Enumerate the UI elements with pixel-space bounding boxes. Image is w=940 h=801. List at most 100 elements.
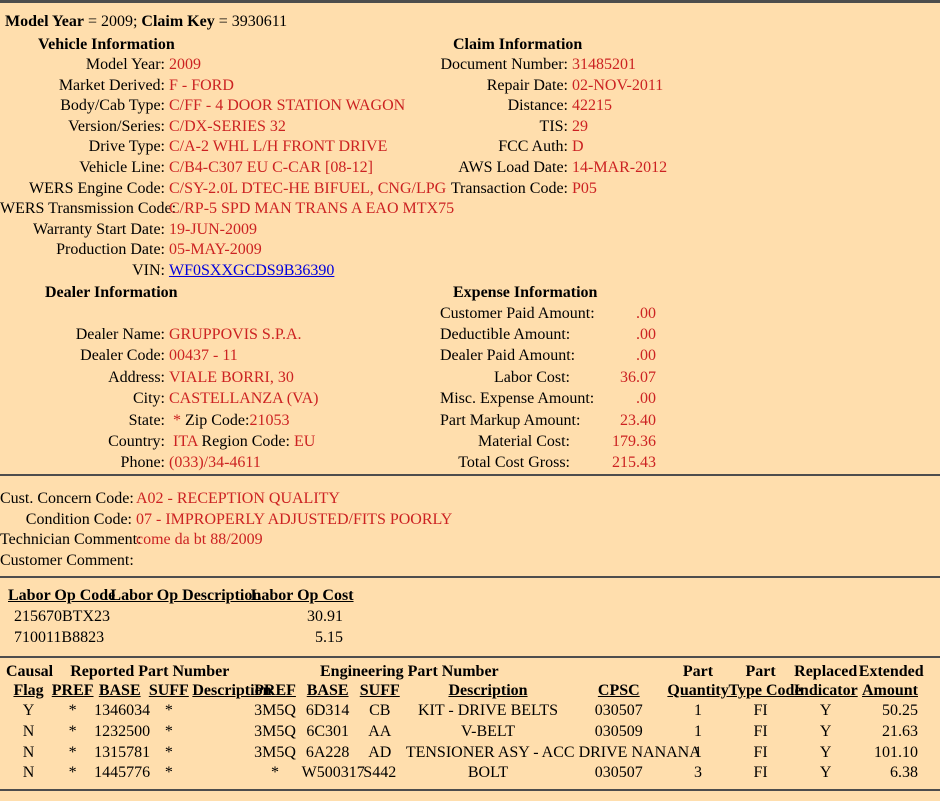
- table-row: 710011B8823 5.15: [8, 627, 348, 649]
- cpsc-cell: 030509: [570, 722, 667, 743]
- causal-group-header: Causal: [6, 662, 51, 681]
- field-label: Address:: [0, 367, 165, 388]
- reported-base-header: BASE: [94, 681, 145, 701]
- claim-information-panel: Claim Information Document Number:314852…: [440, 34, 940, 282]
- parts-group-header-row: Causal Reported Part Number Engineering …: [6, 662, 936, 681]
- expense-row: Deductible Amount:.00: [440, 324, 940, 345]
- field-value: 23.40: [570, 410, 656, 431]
- field-value: 42215: [572, 97, 612, 114]
- engineering-description-cell: BOLT: [406, 763, 570, 784]
- part-quantity-group-header: Part: [667, 662, 728, 681]
- field-value: 02-NOV-2011: [572, 77, 663, 94]
- info-row: Market Derived:F - FORD: [0, 76, 440, 97]
- amount-cell: 50.25: [859, 701, 936, 722]
- zip-value: 21053: [249, 412, 289, 429]
- field-label: Cust. Concern Code:: [0, 489, 132, 510]
- region-code-value: EU: [294, 433, 315, 450]
- expense-row: Customer Paid Amount:.00: [440, 303, 940, 324]
- labor-op-cost-cell: 30.91: [251, 606, 348, 628]
- labor-op-description-cell: [110, 606, 250, 628]
- vin-row: VIN:WF0SXXGCDS9B36390: [0, 261, 440, 282]
- replaced-group-header: Replaced: [793, 662, 859, 681]
- field-value: 19-JUN-2009: [169, 221, 257, 238]
- expense-information-panel: Expense Information Customer Paid Amount…: [440, 282, 940, 474]
- engineering-suff-cell: CB: [354, 701, 406, 722]
- model-year-key-value: = 2009;: [88, 13, 137, 30]
- blank-row: [0, 303, 440, 324]
- info-row: FCC Auth:D: [440, 137, 940, 158]
- concern-row: Technician Comment:come da bt 88/2009: [0, 530, 940, 551]
- bottom-rule: [0, 789, 940, 791]
- reported-suff-cell: *: [145, 743, 192, 764]
- reported-base-cell: 1232500: [94, 722, 145, 743]
- field-value: .00: [570, 388, 656, 409]
- field-label: Part Markup Amount:: [440, 410, 570, 431]
- quantity-cell: 1: [667, 701, 728, 722]
- quantity-header: Quantity: [667, 681, 728, 701]
- engineering-description-cell: KIT - DRIVE BELTS: [406, 701, 570, 722]
- amount-header: Amount: [859, 681, 936, 701]
- expense-row: Part Markup Amount:23.40: [440, 410, 940, 431]
- info-row: WERS Engine Code:C/SY-2.0L DTEC-HE BIFUE…: [0, 179, 440, 200]
- indicator-cell: Y: [793, 743, 859, 764]
- expense-information-title: Expense Information: [440, 282, 940, 303]
- indicator-header: Indicator: [793, 681, 859, 701]
- info-row: Warranty Start Date:19-JUN-2009: [0, 220, 440, 241]
- indicator-cell: Y: [793, 701, 859, 722]
- flag-header: Flag: [6, 681, 51, 701]
- concern-row: Condition Code:07 - IMPROPERLY ADJUSTED/…: [0, 510, 940, 531]
- reported-pref-cell: *: [51, 722, 94, 743]
- field-value: C/B4-C307 EU C-CAR [08-12]: [169, 159, 373, 176]
- labor-op-code-cell: 215670BTX23: [8, 606, 110, 628]
- info-row: Production Date:05-MAY-2009: [0, 240, 440, 261]
- field-value: C/A-2 WHL L/H FRONT DRIVE: [169, 138, 387, 155]
- engineering-suff-cell: AD: [354, 743, 406, 764]
- info-row: Vehicle Line:C/B4-C307 EU C-CAR [08-12]: [0, 158, 440, 179]
- field-label: City:: [0, 388, 165, 409]
- warranty-claim-report: Model Year = 2009; Claim Key = 3930611 V…: [0, 0, 940, 801]
- engineering-base-cell: 6C301: [302, 722, 354, 743]
- state-label: State:: [0, 410, 165, 431]
- type-code-cell: FI: [729, 722, 793, 743]
- reported-suff-header: SUFF: [145, 681, 192, 701]
- reported-part-number-group-header: Reported Part Number: [51, 662, 248, 681]
- cpsc-cell: 030507: [570, 701, 667, 722]
- claim-key-line: Model Year = 2009; Claim Key = 3930611: [0, 3, 940, 34]
- zip-label: Zip Code:: [185, 412, 249, 429]
- field-value: GRUPPOVIS S.P.A.: [169, 326, 302, 343]
- field-value: 05-MAY-2009: [169, 241, 262, 258]
- field-label: Distance:: [440, 96, 568, 117]
- flag-cell: Y: [6, 701, 51, 722]
- field-label: WERS Engine Code:: [0, 179, 165, 200]
- field-label: Transaction Code:: [440, 179, 568, 200]
- reported-base-cell: 1346034: [94, 701, 145, 722]
- field-value: 179.36: [570, 431, 656, 452]
- claim-key-label: Claim Key: [141, 13, 214, 30]
- field-value: C/SY-2.0L DTEC-HE BIFUEL, CNG/LPG: [169, 180, 446, 197]
- field-label: Model Year:: [0, 55, 165, 76]
- claim-information-title: Claim Information: [440, 34, 940, 55]
- concern-row: Customer Comment:: [0, 551, 940, 572]
- field-value: F - FORD: [169, 77, 234, 94]
- field-value: P05: [572, 180, 597, 197]
- info-row: Body/Cab Type:C/FF - 4 DOOR STATION WAGO…: [0, 96, 440, 117]
- extended-group-header: Extended: [859, 662, 936, 681]
- engineering-pref-cell: *: [248, 763, 301, 784]
- engineering-base-cell: 6A228: [302, 743, 354, 764]
- engineering-description-cell: V-BELT: [406, 722, 570, 743]
- dealer-expense-section: Dealer Information Dealer Name:GRUPPOVIS…: [0, 282, 940, 474]
- field-label: Condition Code:: [0, 510, 132, 531]
- phone-row: Phone:(033)/34-4611: [0, 452, 440, 473]
- field-label: Customer Comment:: [0, 551, 132, 572]
- field-label: WERS Transmission Code:: [0, 199, 165, 220]
- vehicle-information-panel: Vehicle Information Model Year:2009 Mark…: [0, 34, 440, 282]
- field-label: Drive Type:: [0, 137, 165, 158]
- reported-pref-header: PREF: [51, 681, 94, 701]
- type-code-header: Type Code: [729, 681, 793, 701]
- field-value: C/DX-SERIES 32: [169, 118, 286, 135]
- vin-label: VIN:: [0, 261, 165, 282]
- field-label: AWS Load Date:: [440, 158, 568, 179]
- engineering-pref-cell: 3M5Q: [248, 743, 301, 764]
- vin-link[interactable]: WF0SXXGCDS9B36390: [169, 262, 334, 279]
- quantity-cell: 3: [667, 763, 728, 784]
